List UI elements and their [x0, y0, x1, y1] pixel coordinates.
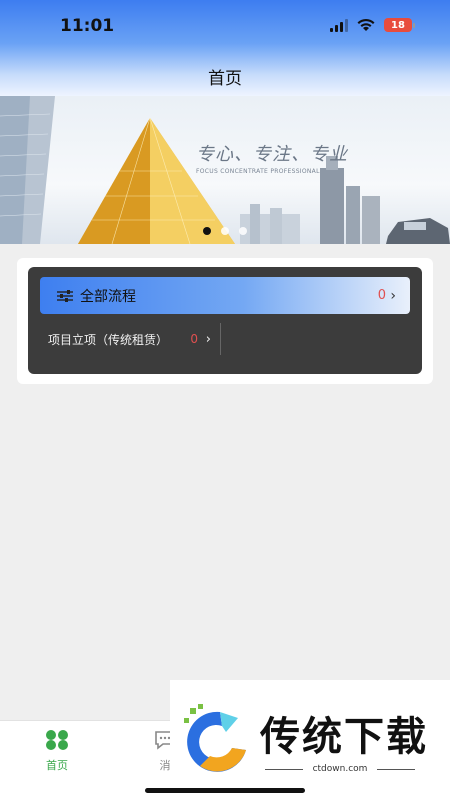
status-icons: 18 — [330, 18, 415, 32]
battery-icon: 18 — [384, 18, 415, 32]
workflow-panel: 全部流程 0 › 项目立项（传统租赁） 0 › — [28, 267, 422, 374]
top-header: 11:01 18 首页 — [0, 0, 450, 96]
watermark-logo-icon — [184, 704, 246, 772]
project-approval-button[interactable]: 项目立项（传统租赁） 0 › — [40, 323, 221, 355]
banner-slogan: 专心、专注、专业 — [196, 144, 348, 165]
home-indicator — [145, 788, 305, 793]
carousel-dot-2[interactable] — [221, 227, 229, 235]
all-workflows-count: 0 — [377, 288, 386, 303]
banner-carousel[interactable]: 专心、专注、专业 FOCUS CONCENTRATE PROFESSIONAL — [0, 96, 450, 244]
all-workflows-button[interactable]: 全部流程 0 › — [40, 277, 410, 314]
tab-home[interactable]: 首页 — [40, 729, 74, 773]
watermark-divider — [377, 769, 415, 770]
tab-home-label: 首页 — [46, 759, 68, 772]
workflow-card: 全部流程 0 › 项目立项（传统租赁） 0 › — [17, 258, 433, 384]
wifi-icon — [357, 18, 375, 31]
chevron-right-icon: › — [390, 287, 396, 304]
project-approval-label: 项目立项（传统租赁） — [48, 332, 169, 347]
banner-slogan-sub: FOCUS CONCENTRATE PROFESSIONAL — [196, 168, 320, 175]
battery-level: 18 — [391, 19, 405, 31]
carousel-dot-1[interactable] — [203, 227, 211, 235]
carousel-dot-3[interactable] — [239, 227, 247, 235]
all-workflows-label: 全部流程 — [80, 288, 136, 305]
carousel-indicator — [203, 227, 247, 235]
filter-icon — [57, 289, 73, 302]
page-title: 首页 — [208, 69, 242, 89]
home-grid-icon — [46, 730, 68, 750]
project-approval-count: 0 — [190, 332, 198, 346]
status-time: 11:01 — [60, 16, 115, 36]
watermark-title: 传统下载 — [260, 714, 428, 760]
chevron-right-icon: › — [205, 331, 211, 347]
cellular-signal-icon — [330, 18, 348, 32]
watermark-overlay: 传统下载 ctdown.com — [170, 680, 450, 800]
